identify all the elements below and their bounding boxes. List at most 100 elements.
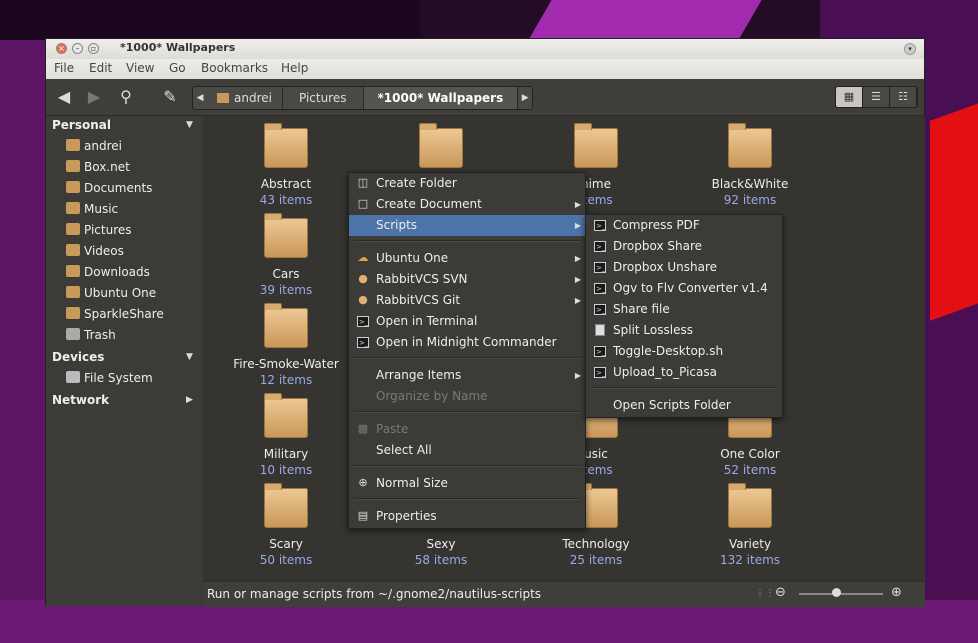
menu-item-create-folder[interactable]: ◫ Create Folder (349, 173, 585, 194)
menu-help[interactable]: Help (281, 61, 308, 75)
sidebar-heading-network[interactable]: Network (52, 393, 109, 407)
sidebar-item-sparkleshare[interactable]: SparkleShare (66, 304, 164, 325)
script-item[interactable]: >_ Dropbox Share (586, 236, 782, 257)
collapse-icon[interactable]: ▼ (186, 120, 193, 130)
folder-new-icon: ◫ (357, 176, 369, 189)
folder-count: 132 items (719, 553, 781, 567)
forward-icon[interactable]: ▶ (84, 87, 104, 107)
back-icon[interactable]: ◀ (54, 87, 74, 107)
search-icon[interactable]: ⚲ (116, 87, 136, 107)
menu-item-ubuntu-one[interactable]: ☁ Ubuntu One ▶ (349, 248, 585, 269)
folder-name: Variety (728, 537, 772, 551)
sidebar-item-andrei[interactable]: andrei (66, 136, 122, 157)
sidebar-item-trash[interactable]: Trash (66, 325, 116, 346)
sidebar-heading-devices[interactable]: Devices (52, 350, 104, 364)
folder-item[interactable]: Abstract 43 items (211, 123, 361, 208)
folder-name: Military (263, 447, 309, 461)
menu-item-create-document[interactable]: □ Create Document ▶ (349, 194, 585, 215)
zoom-slider-handle[interactable] (832, 588, 842, 597)
minimize-button[interactable]: – (72, 43, 83, 54)
menu-item-open-terminal[interactable]: >_ Open in Terminal (349, 311, 585, 332)
sidebar-item-filesystem[interactable]: File System (66, 368, 153, 389)
terminal-icon: >_ (594, 220, 606, 231)
sidebar-item-boxnet[interactable]: Box.net (66, 157, 130, 178)
folder-name: One Color (720, 447, 780, 461)
maximize-button[interactable]: ▫ (88, 43, 99, 54)
zoom-in-icon[interactable]: ⊕ (891, 585, 902, 600)
folder-icon (264, 483, 308, 528)
script-item[interactable]: >_ Ogv to Flv Converter v1.4 (586, 278, 782, 299)
chevron-left-icon[interactable]: ◀ (193, 87, 207, 109)
menu-item-rabbitvcs-svn[interactable]: ● RabbitVCS SVN ▶ (349, 269, 585, 290)
menu-item-scripts[interactable]: Scripts ▶ (349, 215, 585, 236)
menu-item-label: RabbitVCS SVN (376, 272, 468, 286)
menu-item-open-mc[interactable]: >_ Open in Midnight Commander (349, 332, 585, 353)
folder-count: 52 items (723, 463, 777, 477)
folder-item[interactable]: Cars 39 items (211, 213, 361, 298)
folder-item[interactable]: Fire-Smoke-Water 12 items (211, 303, 361, 388)
script-item[interactable]: >_ Compress PDF (586, 215, 782, 236)
menu-item-normal-size[interactable]: ⊕ Normal Size (349, 473, 585, 494)
menu-item-organize-by-name[interactable]: Organize by Name (349, 386, 585, 407)
sidebar-heading-personal[interactable]: Personal (52, 118, 111, 132)
menu-edit[interactable]: Edit (89, 61, 112, 75)
script-item[interactable]: >_ Upload_to_Picasa (586, 362, 782, 383)
folder-item[interactable]: Black&White 92 items (675, 123, 825, 208)
folder-item[interactable] (366, 123, 516, 176)
script-item[interactable]: >_ Dropbox Unshare (586, 257, 782, 278)
sidebar-item-music[interactable]: Music (66, 199, 118, 220)
edit-location-icon[interactable]: ✎ (160, 87, 180, 107)
folder-item[interactable]: Variety 132 items (675, 483, 825, 568)
terminal-icon: >_ (594, 262, 606, 273)
expand-icon[interactable]: ▶ (186, 395, 193, 405)
menu-view[interactable]: View (126, 61, 154, 75)
zoom-slider[interactable] (799, 593, 883, 595)
sidebar-item-ubuntu-one[interactable]: Ubuntu One (66, 283, 156, 304)
script-item[interactable]: Split Lossless (586, 320, 782, 341)
menu-item-paste[interactable]: ▩ Paste (349, 419, 585, 440)
folder-name: Fire-Smoke-Water (233, 357, 339, 371)
menu-bar: File Edit View Go Bookmarks Help (46, 59, 924, 79)
folder-icon (264, 393, 308, 438)
crumb-wallpapers[interactable]: *1000* Wallpapers (363, 87, 519, 109)
script-item[interactable]: >_ Share file (586, 299, 782, 320)
compact-view-button[interactable]: ☷ (890, 87, 917, 107)
window-menu-button[interactable]: ▾ (904, 43, 916, 55)
close-button[interactable]: × (56, 43, 67, 54)
menu-bookmarks[interactable]: Bookmarks (201, 61, 268, 75)
submenu-arrow-icon: ▶ (574, 275, 581, 284)
folder-item[interactable]: Military 10 items (211, 393, 361, 478)
menu-item-arrange-items[interactable]: Arrange Items ▶ (349, 365, 585, 386)
zoom-out-icon[interactable]: ⊖ (775, 585, 786, 600)
menu-item-select-all[interactable]: Select All (349, 440, 585, 461)
menu-item-label: Create Folder (376, 176, 457, 190)
trash-icon (66, 328, 80, 340)
collapse-icon[interactable]: ▼ (186, 352, 193, 362)
folder-item[interactable]: Scary 50 items (211, 483, 361, 568)
sidebar-item-downloads[interactable]: Downloads (66, 262, 150, 283)
menu-item-properties[interactable]: ▤ Properties (349, 506, 585, 527)
drive-icon (66, 371, 80, 383)
menu-item-open-scripts-folder[interactable]: Open Scripts Folder (586, 395, 782, 416)
icon-view-button[interactable]: ▦ (836, 87, 863, 107)
menu-separator (590, 387, 778, 389)
menu-file[interactable]: File (54, 61, 74, 75)
scripts-submenu: >_ Compress PDF >_ Dropbox Share >_ Dropbox… (585, 214, 783, 418)
sidebar-item-pictures[interactable]: Pictures (66, 220, 132, 241)
sidebar-item-videos[interactable]: Videos (66, 241, 124, 262)
terminal-icon: >_ (594, 367, 606, 378)
sidebar-item-documents[interactable]: Documents (66, 178, 152, 199)
chevron-right-icon[interactable]: ▶ (518, 87, 532, 109)
list-view-button[interactable]: ☰ (863, 87, 890, 107)
sidebar-item-label: Downloads (84, 265, 150, 279)
ubuntu-one-icon: ☁ (357, 251, 369, 264)
menu-go[interactable]: Go (169, 61, 186, 75)
folder-icon (264, 123, 308, 168)
grip-icon[interactable]: ⋮⋮ (755, 588, 775, 599)
script-item[interactable]: >_ Toggle-Desktop.sh (586, 341, 782, 362)
crumb-pictures[interactable]: Pictures (283, 87, 364, 109)
terminal-icon: >_ (594, 304, 606, 315)
sidebar-item-label: andrei (84, 139, 122, 153)
crumb-home[interactable]: andrei (207, 87, 283, 109)
menu-item-rabbitvcs-git[interactable]: ● RabbitVCS Git ▶ (349, 290, 585, 311)
